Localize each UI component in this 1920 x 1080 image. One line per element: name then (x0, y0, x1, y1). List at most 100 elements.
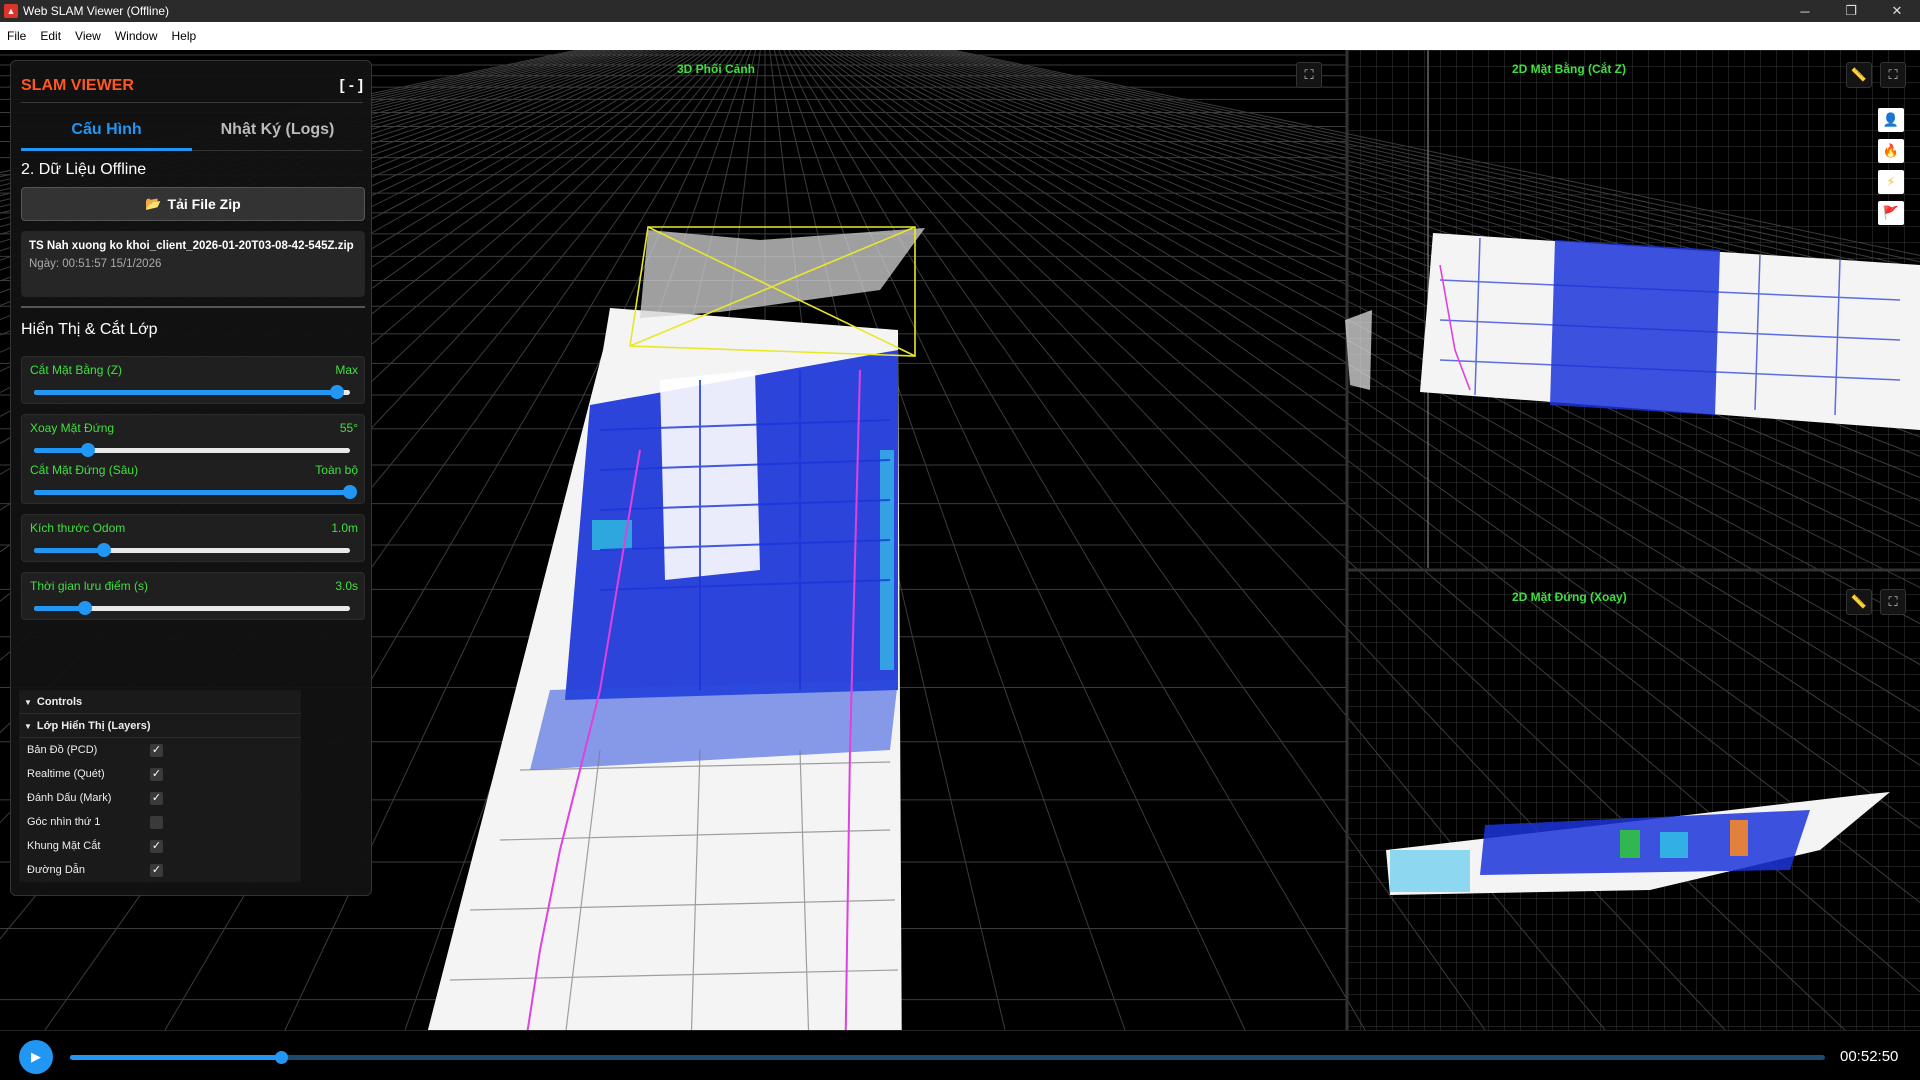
slider-value: 55° (339, 421, 358, 435)
slider-track[interactable] (34, 601, 350, 615)
section-divider (21, 306, 365, 308)
layer-checkbox[interactable] (150, 816, 163, 829)
panel-title: SLAM VIEWER (21, 77, 134, 94)
layer-checkbox[interactable]: ✓ (150, 768, 163, 781)
slider-track[interactable] (34, 543, 350, 557)
slider-track[interactable] (34, 385, 350, 399)
slider-track[interactable] (34, 443, 350, 457)
layers-folder[interactable]: ▼ Lớp Hiển Thị (Layers) (19, 714, 301, 738)
menu-window[interactable]: Window (108, 29, 165, 43)
playback-time: 00:52:50 (1840, 1048, 1899, 1065)
play-button[interactable]: ▶ (19, 1040, 53, 1074)
slider-value: Max (335, 363, 358, 377)
flag-icon: 🚩 (1882, 205, 1900, 220)
layer-row-path[interactable]: Đường Dẫn ✓ (19, 858, 301, 882)
ruler-icon: 📏 (1850, 67, 1868, 82)
slider-fill (34, 606, 85, 611)
ruler-icon: 📏 (1850, 594, 1868, 609)
slider-handle[interactable] (96, 543, 111, 557)
layer-checkbox[interactable]: ✓ (150, 744, 163, 757)
measure-elevation-button[interactable]: 📏 (1846, 589, 1872, 615)
loaded-file-card: TS Nah xuong ko khoi_client_2026-01-20T0… (21, 231, 365, 297)
fullscreen-icon: ⛶ (1304, 67, 1314, 82)
fullscreen-elevation-button[interactable]: ⛶ (1880, 589, 1906, 615)
slider-card-odom: Kích thước Odom 1.0m (21, 514, 365, 562)
close-button[interactable]: ✕ (1874, 0, 1920, 22)
layer-row-first-person[interactable]: Góc nhìn thứ 1 (19, 810, 301, 834)
slider-plan-cut: Cắt Mặt Bằng (Z) Max (22, 357, 366, 403)
fullscreen-3d-button[interactable]: ⛶ (1296, 62, 1322, 88)
perspective-view-title: 3D Phối Cảnh (677, 62, 756, 76)
chevron-down-icon: ▼ (24, 722, 32, 731)
slider-value: Toàn bộ (315, 463, 358, 477)
maximize-button[interactable]: ❐ (1828, 0, 1874, 22)
layer-row-section-frame[interactable]: Khung Mặt Cắt ✓ (19, 834, 301, 858)
flag-tool-button[interactable]: 🚩 (1878, 201, 1904, 225)
slider-handle[interactable] (343, 485, 357, 499)
lightning-tool-button[interactable]: ⚡ (1878, 170, 1904, 194)
timeline-handle[interactable] (274, 1051, 288, 1064)
menu-view[interactable]: View (68, 29, 108, 43)
play-icon: ▶ (31, 1049, 41, 1064)
point-cloud-3d (427, 226, 925, 1030)
viewport[interactable]: 3D Phối Cảnh ⛶ 2D Mặt Bằng (Cắt Z) 📏 ⛶ 👤… (0, 50, 1920, 1030)
slider-card-point-time: Thời gian lưu điểm (s) 3.0s (21, 572, 365, 620)
controls-folder[interactable]: ▼ Controls (19, 690, 301, 714)
layer-row-map[interactable]: Bản Đồ (PCD) ✓ (19, 738, 301, 762)
minimize-button[interactable]: ─ (1782, 0, 1828, 22)
playback-bar: ▶ 00:52:50 (0, 1030, 1920, 1080)
panel-collapse-button[interactable]: [ - ] (340, 77, 363, 94)
slider-value: 1.0m (331, 521, 358, 535)
menu-help[interactable]: Help (165, 29, 204, 43)
load-zip-button[interactable]: 📂 Tải File Zip (21, 187, 365, 221)
measure-plan-button[interactable]: 📏 (1846, 62, 1872, 88)
slider-label: Cắt Mặt Bằng (Z) (30, 363, 123, 377)
person-tool-button[interactable]: 👤 (1878, 108, 1904, 132)
layer-label: Realtime (Quét) (27, 768, 105, 780)
window-controls: ─ ❐ ✕ (1782, 0, 1920, 22)
menu-file[interactable]: File (0, 29, 33, 43)
slider-card-elevation: Xoay Mặt Đứng 55° Cắt Mặt Đứng (Sâu) Toà… (21, 414, 365, 504)
fullscreen-plan-button[interactable]: ⛶ (1880, 62, 1906, 88)
slider-fill (34, 448, 88, 453)
layer-row-mark[interactable]: Đánh Dấu (Mark) ✓ (19, 786, 301, 810)
app-icon: ▲ (4, 4, 18, 18)
offline-section-title: 2. Dữ Liệu Offline (21, 161, 147, 178)
menu-bar: File Edit View Window Help (0, 22, 1920, 50)
slider-label: Kích thước Odom (30, 521, 126, 535)
person-icon: 👤 (1882, 112, 1900, 127)
layer-row-realtime[interactable]: Realtime (Quét) ✓ (19, 762, 301, 786)
chevron-down-icon: ▼ (24, 698, 32, 707)
slider-point-time: Thời gian lưu điểm (s) 3.0s (22, 573, 366, 619)
display-section-title: Hiển Thị & Cắt Lớp (21, 321, 158, 338)
tab-logs[interactable]: Nhật Ký (Logs) (192, 111, 363, 151)
layer-label: Góc nhìn thứ 1 (27, 816, 101, 828)
panel-tabs: Cấu Hình Nhật Ký (Logs) (21, 111, 363, 151)
fullscreen-icon: ⛶ (1888, 67, 1898, 82)
menu-edit[interactable]: Edit (33, 29, 68, 43)
slider-handle[interactable] (330, 385, 345, 399)
tab-config[interactable]: Cấu Hình (21, 111, 192, 151)
slider-fill (34, 548, 104, 553)
layer-label: Đánh Dấu (Mark) (27, 792, 112, 804)
file-name: TS Nah xuong ko khoi_client_2026-01-20T0… (29, 240, 354, 252)
layer-label: Đường Dẫn (27, 864, 85, 876)
layer-checkbox[interactable]: ✓ (150, 840, 163, 853)
slider-track[interactable] (34, 485, 357, 499)
load-zip-label: Tải File Zip (167, 196, 241, 212)
layer-label: Khung Mặt Cắt (27, 840, 101, 852)
layer-checkbox[interactable]: ✓ (150, 864, 163, 877)
fullscreen-icon: ⛶ (1888, 594, 1898, 609)
elevation-view-title: 2D Mặt Đứng (Xoay) (1512, 590, 1627, 604)
timeline-slider[interactable] (70, 1051, 1825, 1064)
slider-label: Thời gian lưu điểm (s) (30, 579, 148, 593)
controls-folder-label: Controls (36, 696, 83, 708)
slider-handle[interactable] (80, 443, 95, 457)
fire-tool-button[interactable]: 🔥 (1878, 139, 1904, 163)
folder-icon: 📂 (145, 196, 162, 211)
file-date: Ngày: 00:51:57 15/1/2026 (29, 258, 162, 270)
layer-checkbox[interactable]: ✓ (150, 792, 163, 805)
slider-handle[interactable] (77, 601, 92, 615)
slider-label: Xoay Mặt Đứng (30, 421, 115, 435)
fire-icon: 🔥 (1882, 143, 1900, 158)
